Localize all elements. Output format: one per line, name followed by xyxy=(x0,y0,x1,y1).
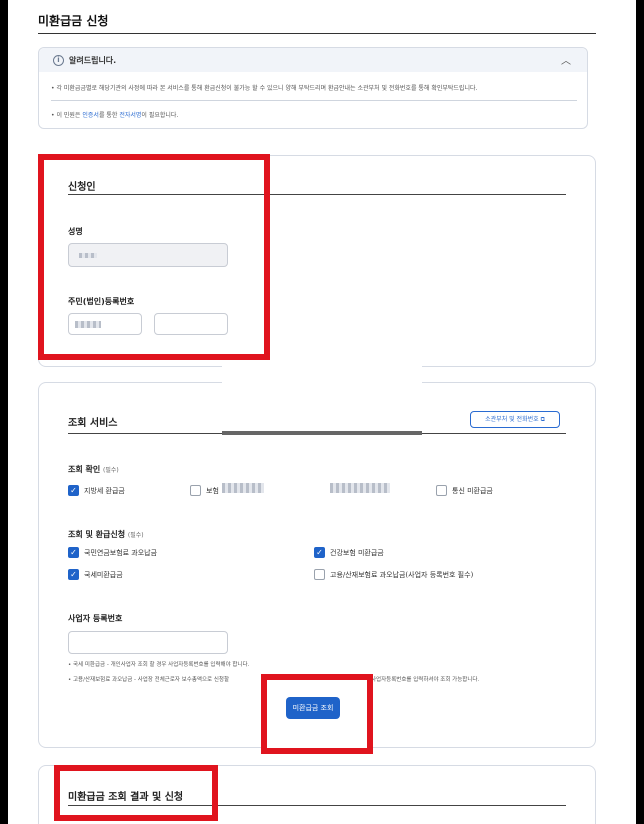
page-frame: 미환급금 신청 i 알려드립니다. ︿ • 각 미환급금별로 해당기관의 사정에… xyxy=(8,0,636,824)
certificate-link[interactable]: 인증서 xyxy=(82,112,99,119)
e-signature-link[interactable]: 전자서명 xyxy=(119,112,141,119)
bizno-label: 사업자 등록번호 xyxy=(68,614,123,623)
checkbox-label-telecom: 통신 미환급금 xyxy=(452,487,493,495)
checkbox-national-tax[interactable] xyxy=(68,569,79,580)
refund-label: 조회 및 환급신청 (필수) xyxy=(68,530,144,539)
title-divider xyxy=(38,33,596,34)
checkbox-telecom[interactable] xyxy=(436,485,447,496)
notice-panel: i 알려드립니다. ︿ • 각 미환급금별로 해당기관의 사정에 따라 본 서비… xyxy=(38,47,588,129)
chevron-up-icon[interactable]: ︿ xyxy=(561,52,571,67)
note-employment-insurance-cont: 사업자등록번호를 입력하셔야 조회 가능합니다. xyxy=(371,677,480,683)
bizno-input[interactable] xyxy=(68,631,228,654)
ministry-contact-button[interactable]: 소관부처 및 전화번호 ⧉ xyxy=(470,411,560,428)
checkbox-label-health-insurance: 건강보험 미환급금 xyxy=(330,549,384,557)
checkbox-employment-insurance[interactable] xyxy=(314,569,325,580)
inquiry-section-title: 조회 서비스 xyxy=(68,418,118,429)
highlight-box-applicant xyxy=(38,154,270,360)
info-icon: i xyxy=(53,55,64,66)
notice-divider xyxy=(51,100,577,101)
notice-line-2: • 이 민원은 인증서를 통한 전자서명이 필요합니다. xyxy=(51,112,179,119)
checkbox-national-pension[interactable] xyxy=(68,547,79,558)
external-link-icon: ⧉ xyxy=(540,416,545,423)
checkbox-health-insurance[interactable] xyxy=(314,547,325,558)
checkbox-label-national-tax: 국세미환급금 xyxy=(84,571,123,579)
overlay-patch xyxy=(222,365,422,435)
scroll-bar[interactable] xyxy=(222,431,422,435)
note-employment-insurance: • 고용/산재보험료 과오납금 - 사업장 전체근로자 보수총액으로 신청할 xyxy=(68,677,230,683)
note-national-tax: • 국세 미환급금 - 개인사업자 조회 할 경우 사업자등록번호를 입력해야 … xyxy=(68,662,250,668)
checkbox-local-tax[interactable] xyxy=(68,485,79,496)
highlight-box-result xyxy=(54,765,218,821)
page-title: 미환급금 신청 xyxy=(38,14,109,28)
redacted-option-text xyxy=(222,483,264,493)
checkbox-label-national-pension: 국민연금보험료 과오납금 xyxy=(84,549,158,557)
notice-header[interactable]: i 알려드립니다. ︿ xyxy=(39,48,587,72)
highlight-box-search xyxy=(261,674,373,754)
confirm-label: 조회 확인 (필수) xyxy=(68,465,119,474)
notice-title: 알려드립니다. xyxy=(69,56,117,65)
checkbox-insurance[interactable] xyxy=(190,485,201,496)
redacted-option xyxy=(330,483,390,493)
checkbox-label-local-tax: 지방세 환급금 xyxy=(84,487,125,495)
notice-line-1: • 각 미환급금별로 해당기관의 사정에 따라 본 서비스를 통해 환급신청이 … xyxy=(51,85,478,92)
checkbox-label-employment-insurance: 고용/산재보험료 과오납금(사업자 등록번호 필수) xyxy=(330,571,474,579)
checkbox-label-insurance: 보험 xyxy=(206,487,219,495)
